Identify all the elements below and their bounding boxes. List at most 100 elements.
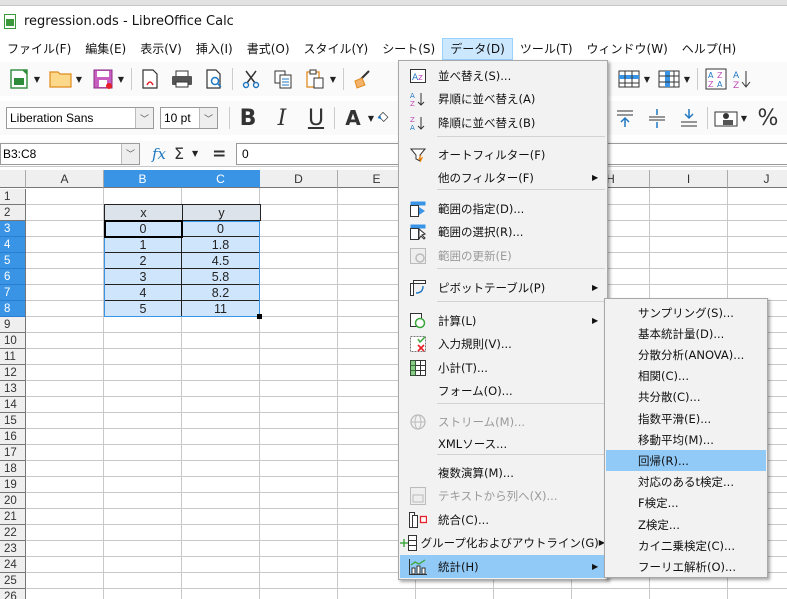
- font-color-dropdown-arrow[interactable]: ▼: [366, 114, 376, 123]
- data-menu-item[interactable]: 入力規則(V)...: [400, 332, 606, 355]
- row-header-3[interactable]: 3: [0, 221, 26, 237]
- statistics-menu-item[interactable]: 対応のあるt検定...: [606, 472, 766, 493]
- row-header-21[interactable]: 21: [0, 509, 26, 525]
- align-center-vertical-icon[interactable]: [644, 105, 670, 131]
- row-header-16[interactable]: 16: [0, 429, 26, 445]
- clone-formatting-icon[interactable]: [349, 66, 375, 92]
- bold-button[interactable]: B: [235, 105, 261, 131]
- menu-tools[interactable]: ツール(T): [513, 38, 580, 60]
- corner-select-all[interactable]: [0, 170, 26, 188]
- row-header-8[interactable]: 8: [0, 301, 26, 317]
- column-header-a[interactable]: A: [26, 170, 104, 188]
- data-menu-item[interactable]: ストリーム(M)...: [400, 410, 606, 433]
- menu-view[interactable]: 表示(V): [133, 38, 189, 60]
- open-folder-icon[interactable]: [48, 66, 74, 92]
- statistics-menu-item[interactable]: F検定...: [606, 493, 766, 514]
- underline-button[interactable]: U: [303, 105, 329, 131]
- font-name-value[interactable]: Liberation Sans: [7, 111, 135, 125]
- statistics-menu-item[interactable]: 指数平滑(E)...: [606, 408, 766, 429]
- fill-handle[interactable]: [257, 314, 262, 319]
- align-bottom-icon[interactable]: [676, 105, 702, 131]
- statistics-menu-item[interactable]: 分散分析(ANOVA)...: [606, 344, 766, 365]
- insert-rows-dropdown-arrow[interactable]: ▼: [642, 75, 652, 84]
- row-header-12[interactable]: 12: [0, 365, 26, 381]
- paste-dropdown-arrow[interactable]: ▼: [328, 75, 338, 84]
- column-header-i[interactable]: I: [650, 170, 728, 188]
- row-header-23[interactable]: 23: [0, 541, 26, 557]
- copy-icon[interactable]: [270, 66, 296, 92]
- data-menu-item[interactable]: グループ化およびアウトライン(G) ▶: [400, 531, 606, 554]
- highlight-fill-icon[interactable]: [376, 105, 390, 131]
- print-icon[interactable]: [169, 66, 195, 92]
- open-dropdown-arrow[interactable]: ▼: [74, 75, 84, 84]
- statistics-menu-item[interactable]: 回帰(R)...: [606, 450, 766, 472]
- row-header-22[interactable]: 22: [0, 525, 26, 541]
- name-box-value[interactable]: B3:C8: [1, 147, 121, 161]
- function-wizard-button[interactable]: fx: [152, 145, 166, 163]
- column-header-d[interactable]: D: [260, 170, 338, 188]
- font-name-combo[interactable]: Liberation Sans ﹀: [6, 107, 154, 129]
- row-header-11[interactable]: 11: [0, 349, 26, 365]
- statistics-menu-item[interactable]: フーリエ解析(O)...: [606, 556, 766, 577]
- new-spreadsheet-icon[interactable]: [6, 66, 32, 92]
- table-header-cell[interactable]: y: [182, 204, 261, 221]
- menu-data[interactable]: データ(D): [442, 38, 513, 60]
- row-header-5[interactable]: 5: [0, 253, 26, 269]
- menu-window[interactable]: ウィンドウ(W): [580, 38, 675, 60]
- data-menu-item[interactable]: フォーム(O)...: [400, 379, 606, 402]
- chevron-down-icon[interactable]: ﹀: [199, 108, 217, 128]
- font-color-button[interactable]: A: [340, 105, 366, 131]
- menu-format[interactable]: 書式(O): [240, 38, 297, 60]
- statistics-menu-item[interactable]: サンプリング(S)...: [606, 302, 766, 323]
- table-header-cell[interactable]: x: [104, 204, 183, 221]
- save-dropdown-arrow[interactable]: ▼: [116, 75, 126, 84]
- print-preview-icon[interactable]: [201, 66, 227, 92]
- export-pdf-icon[interactable]: [137, 66, 163, 92]
- data-menu-item[interactable]: 範囲の選択(R)...: [400, 220, 606, 243]
- statistics-menu-item[interactable]: Z検定...: [606, 514, 766, 535]
- statistics-menu-item[interactable]: 移動平均(M)...: [606, 429, 766, 450]
- font-size-combo[interactable]: 10 pt ﹀: [160, 107, 218, 129]
- formula-equals-button[interactable]: =: [212, 144, 226, 164]
- menu-insert[interactable]: 挿入(I): [189, 38, 240, 60]
- column-header-j[interactable]: J: [728, 170, 787, 188]
- data-menu-item[interactable]: 範囲の更新(E): [400, 244, 606, 267]
- row-header-26[interactable]: 26: [0, 589, 26, 599]
- row-header-2[interactable]: 2: [0, 205, 26, 221]
- statistics-menu-item[interactable]: 共分散(C)...: [606, 387, 766, 408]
- italic-button[interactable]: I: [269, 105, 295, 131]
- sort-ascending-icon[interactable]: AZ: [729, 66, 755, 92]
- data-menu-item[interactable]: 小計(T)...: [400, 356, 606, 379]
- chevron-down-icon[interactable]: ﹀: [135, 108, 153, 128]
- data-menu-item[interactable]: 範囲の指定(D)...: [400, 197, 606, 220]
- row-header-1[interactable]: 1: [0, 189, 26, 205]
- sort-icon[interactable]: AZZA: [703, 66, 729, 92]
- paste-icon[interactable]: [302, 66, 328, 92]
- column-header-c[interactable]: C: [182, 170, 260, 188]
- data-menu-item[interactable]: テキストから列へ(X)...: [400, 484, 606, 507]
- currency-format-icon[interactable]: [713, 105, 739, 131]
- sum-dropdown-arrow[interactable]: ▼: [190, 149, 200, 158]
- row-header-24[interactable]: 24: [0, 557, 26, 573]
- data-menu-item[interactable]: A Z 昇順に並べ替え(A): [400, 87, 606, 110]
- row-header-20[interactable]: 20: [0, 493, 26, 509]
- data-menu-item[interactable]: オートフィルター(F): [400, 143, 606, 166]
- row-header-19[interactable]: 19: [0, 477, 26, 493]
- row-header-17[interactable]: 17: [0, 445, 26, 461]
- menu-styles[interactable]: スタイル(Y): [297, 38, 376, 60]
- statistics-menu-item[interactable]: 相関(C)...: [606, 366, 766, 387]
- data-menu-item[interactable]: 計算(L) ▶: [400, 309, 606, 332]
- font-size-value[interactable]: 10 pt: [161, 111, 199, 125]
- row-header-6[interactable]: 6: [0, 269, 26, 285]
- name-box[interactable]: B3:C8 ﹀: [0, 142, 140, 165]
- percent-format-button[interactable]: %: [755, 105, 781, 131]
- row-header-18[interactable]: 18: [0, 461, 26, 477]
- row-header-13[interactable]: 13: [0, 381, 26, 397]
- data-menu-item[interactable]: 統計(H) ▶: [400, 555, 606, 578]
- row-header-4[interactable]: 4: [0, 237, 26, 253]
- data-menu-item[interactable]: XMLソース...: [400, 432, 606, 455]
- column-header-b[interactable]: B: [104, 170, 182, 188]
- row-header-15[interactable]: 15: [0, 413, 26, 429]
- insert-rows-icon[interactable]: [616, 66, 642, 92]
- save-icon[interactable]: [90, 66, 116, 92]
